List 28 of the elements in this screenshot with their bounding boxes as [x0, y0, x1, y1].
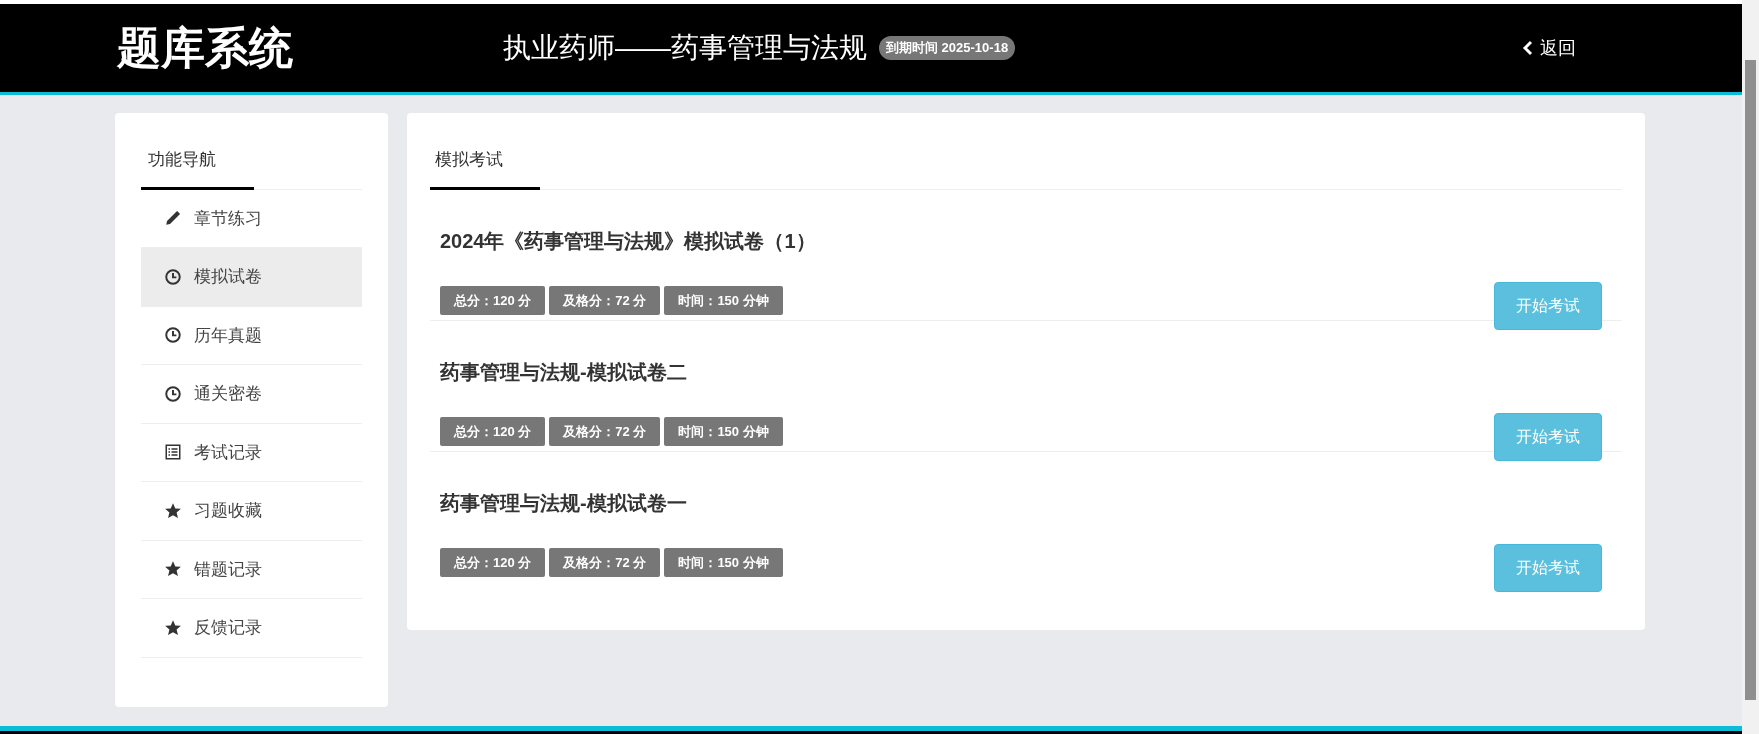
- exam-tab[interactable]: 模拟考试: [430, 139, 540, 190]
- paper-title: 药事管理与法规-模拟试卷二: [440, 359, 688, 385]
- clock-icon: [164, 267, 182, 286]
- paper-tag: 总分：120 分: [440, 547, 546, 577]
- paper-title: 2024年《药事管理与法规》模拟试卷（1）: [440, 228, 817, 254]
- sidebar-item[interactable]: 模拟试卷: [141, 248, 362, 307]
- star-icon: [164, 618, 182, 637]
- paper-tag: 总分：120 分: [440, 285, 546, 315]
- logo: 题库系统: [117, 22, 294, 74]
- list-icon: [164, 443, 182, 462]
- clock-icon: [164, 326, 182, 345]
- scrollbar-drawing[interactable]: [1742, 0, 1759, 734]
- expiry-badge: 到期时间 2025-10-18: [879, 36, 1016, 60]
- paper-tag: 及格分：72 分: [549, 547, 661, 577]
- page-title: 执业药师——药事管理与法规: [503, 31, 867, 65]
- paper-tag: 及格分：72 分: [549, 285, 661, 315]
- clock-icon: [164, 384, 182, 403]
- paper-tag: 总分：120 分: [440, 416, 546, 446]
- paper-tag: 时间：150 分钟: [664, 547, 783, 577]
- star-icon: [164, 501, 182, 520]
- pencil-icon: [164, 209, 182, 228]
- paper-tag: 时间：150 分钟: [664, 416, 783, 446]
- star-icon: [164, 560, 182, 579]
- chevron-left-icon: [1522, 40, 1534, 56]
- paper-tag: 及格分：72 分: [549, 416, 661, 446]
- paper-tag: 时间：150 分钟: [664, 285, 783, 315]
- back-link[interactable]: 返回: [1522, 34, 1576, 62]
- paper-title: 药事管理与法规-模拟试卷一: [440, 490, 688, 516]
